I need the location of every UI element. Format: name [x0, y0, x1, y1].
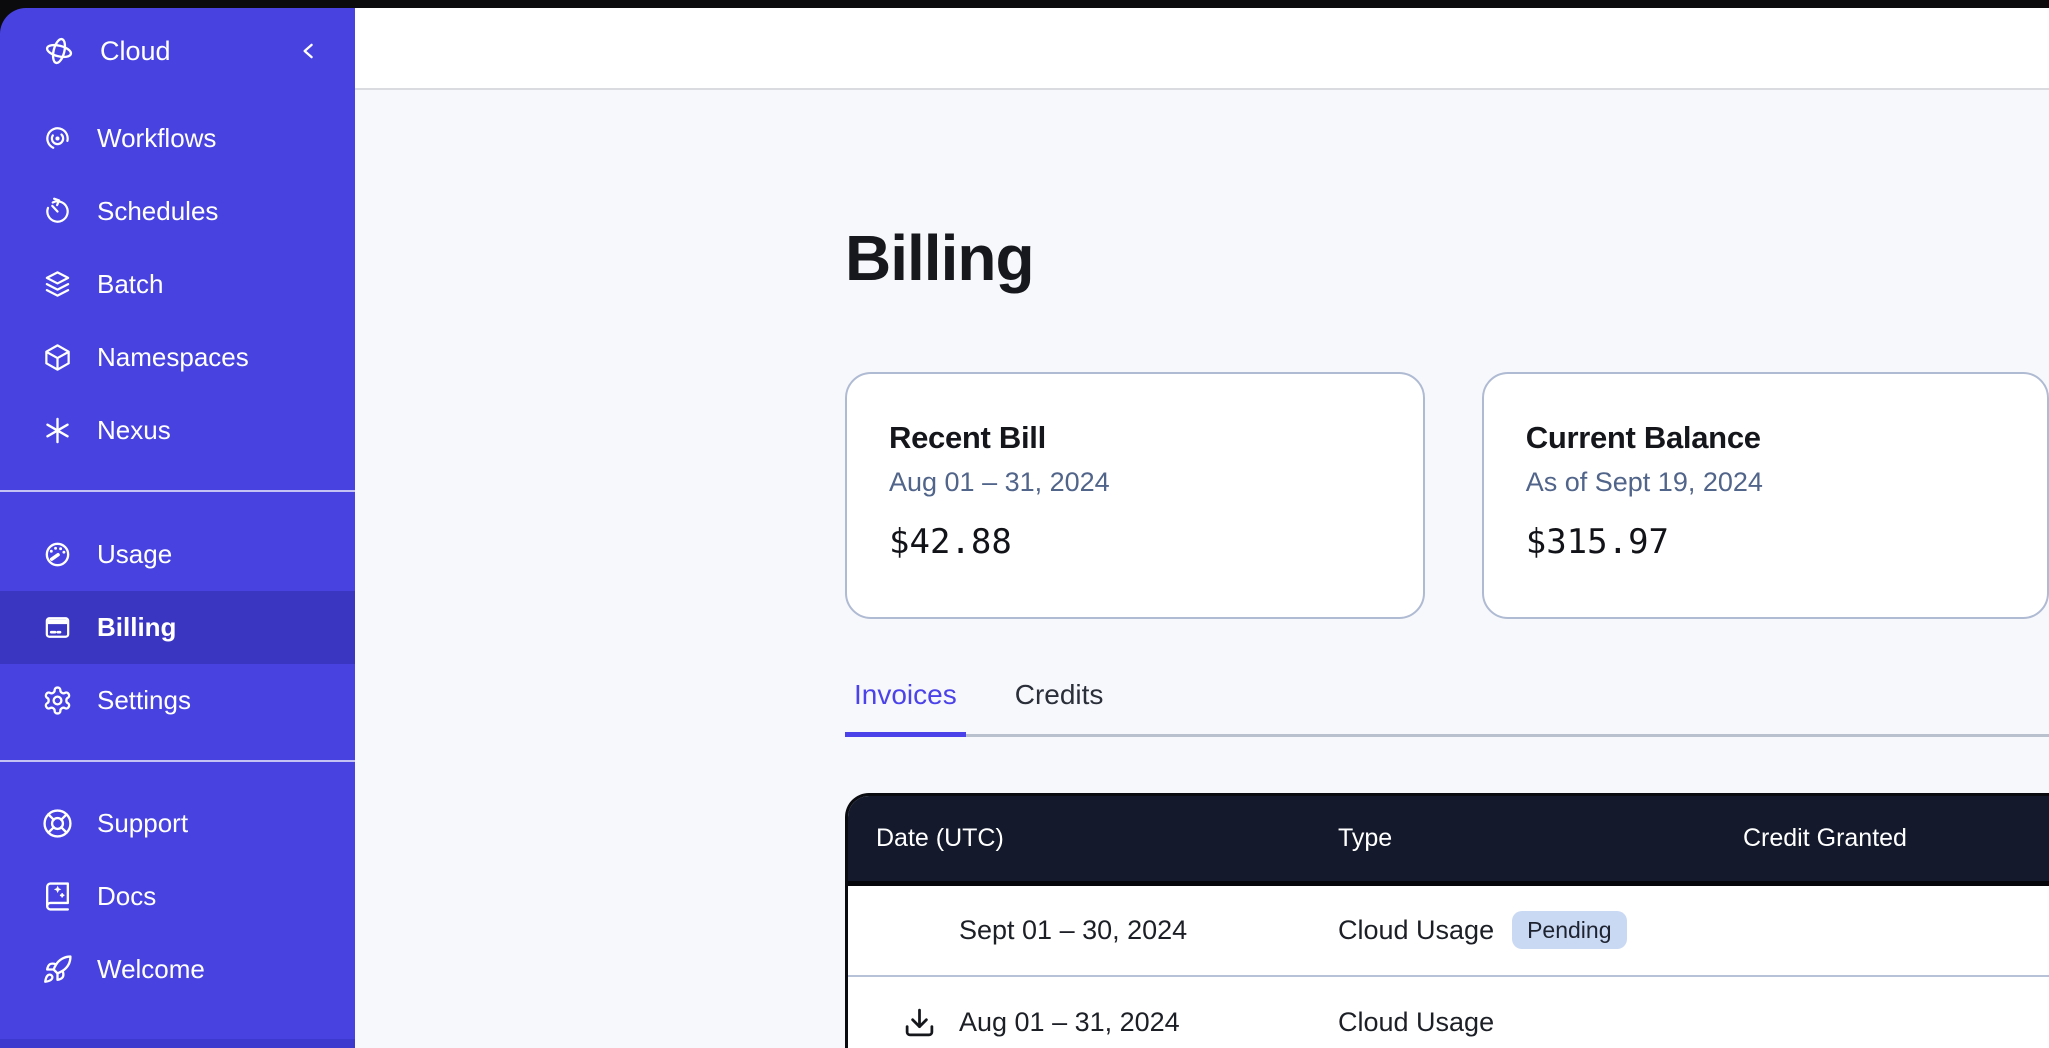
tab-credits[interactable]: Credits	[1006, 679, 1113, 737]
batch-icon	[42, 269, 73, 300]
sidebar-item-nexus[interactable]: Nexus	[0, 394, 355, 467]
card-amount: $42.88	[889, 522, 1381, 562]
page-title: Billing	[845, 222, 2049, 296]
icon-slot	[903, 1006, 959, 1039]
sidebar-item-settings[interactable]: Settings	[0, 664, 355, 737]
sidebar-item-label: Schedules	[97, 196, 218, 227]
sidebar-bottom-strip	[0, 1039, 355, 1048]
status-badge: Pending	[1512, 911, 1626, 950]
docs-icon	[42, 881, 73, 912]
date-cell: Sept 01 – 30, 2024	[848, 915, 1310, 946]
current-balance-card: Current Balance As of Sept 19, 2024 $315…	[1482, 372, 2049, 619]
sidebar-nav-account: Usage Billing	[0, 518, 355, 737]
sidebar: Cloud Workflows	[0, 8, 355, 1048]
support-icon	[42, 808, 73, 839]
sidebar-item-support[interactable]: Support	[0, 787, 355, 860]
card-subtitle: Aug 01 – 31, 2024	[889, 467, 1381, 498]
sidebar-item-schedules[interactable]: Schedules	[0, 175, 355, 248]
sidebar-item-label: Support	[97, 808, 188, 839]
column-header-date: Date (UTC)	[848, 824, 1310, 853]
rocket-icon	[42, 954, 73, 985]
sidebar-item-label: Usage	[97, 539, 172, 570]
sidebar-item-label: Welcome	[97, 954, 205, 985]
column-header-type: Type	[1310, 824, 1715, 853]
sidebar-header-label: Cloud	[100, 36, 171, 67]
namespaces-icon	[42, 342, 73, 373]
invoice-date: Aug 01 – 31, 2024	[959, 1007, 1180, 1038]
summary-cards: Recent Bill Aug 01 – 31, 2024 $42.88 Cur…	[845, 372, 2049, 619]
type-cell: Cloud Usage Pending	[1310, 911, 1715, 950]
billing-icon	[42, 612, 73, 643]
card-title: Recent Bill	[889, 420, 1381, 456]
tab-invoices[interactable]: Invoices	[845, 679, 966, 737]
sidebar-item-docs[interactable]: Docs	[0, 860, 355, 933]
sidebar-item-batch[interactable]: Batch	[0, 248, 355, 321]
sidebar-item-namespaces[interactable]: Namespaces	[0, 321, 355, 394]
schedules-icon	[42, 196, 73, 227]
sidebar-item-label: Docs	[97, 881, 156, 912]
sidebar-item-billing[interactable]: Billing	[0, 591, 355, 664]
table-row: Aug 01 – 31, 2024 Cloud Usage	[848, 977, 2049, 1048]
sidebar-item-usage[interactable]: Usage	[0, 518, 355, 591]
sidebar-divider	[0, 490, 355, 492]
table-header: Date (UTC) Type Credit Granted	[848, 796, 2049, 886]
top-bar	[355, 8, 2049, 90]
workflows-icon	[42, 123, 73, 154]
collapse-sidebar-icon[interactable]	[295, 37, 323, 65]
settings-icon	[42, 685, 73, 716]
invoice-date: Sept 01 – 30, 2024	[959, 915, 1187, 946]
sidebar-item-label: Billing	[97, 612, 176, 643]
temporal-logo-icon	[42, 34, 76, 68]
billing-page: Billing Recent Bill Aug 01 – 31, 2024 $4…	[355, 90, 2049, 1048]
download-invoice-icon[interactable]	[903, 1006, 936, 1039]
card-amount: $315.97	[1526, 522, 2005, 562]
sidebar-item-label: Workflows	[97, 123, 216, 154]
sidebar-item-workflows[interactable]: Workflows	[0, 102, 355, 175]
invoice-type: Cloud Usage	[1338, 915, 1494, 946]
type-cell: Cloud Usage	[1310, 1007, 1715, 1038]
invoice-type: Cloud Usage	[1338, 1007, 1494, 1038]
card-subtitle: As of Sept 19, 2024	[1526, 467, 2005, 498]
sidebar-header: Cloud	[0, 16, 355, 86]
card-title: Current Balance	[1526, 420, 2005, 456]
usage-icon	[42, 539, 73, 570]
invoices-table: Date (UTC) Type Credit Granted Sept 01 –…	[845, 793, 2049, 1048]
billing-tabs: Invoices Credits	[845, 679, 2049, 737]
sidebar-nav-support: Support Docs	[0, 787, 355, 1006]
screen: Cloud Workflows	[0, 0, 2049, 1048]
table-row: Sept 01 – 30, 2024 Cloud Usage Pending	[848, 886, 2049, 977]
sidebar-divider	[0, 760, 355, 762]
sidebar-item-label: Batch	[97, 269, 164, 300]
sidebar-item-label: Settings	[97, 685, 191, 716]
recent-bill-card: Recent Bill Aug 01 – 31, 2024 $42.88	[845, 372, 1425, 619]
sidebar-item-welcome[interactable]: Welcome	[0, 933, 355, 1006]
date-cell: Aug 01 – 31, 2024	[848, 1006, 1310, 1039]
column-header-credit-granted: Credit Granted	[1715, 824, 2049, 853]
sidebar-nav-primary: Workflows Schedules	[0, 102, 355, 467]
sidebar-item-label: Nexus	[97, 415, 171, 446]
main-area: Billing Recent Bill Aug 01 – 31, 2024 $4…	[355, 8, 2049, 1048]
app-window: Cloud Workflows	[0, 8, 2049, 1048]
sidebar-item-label: Namespaces	[97, 342, 249, 373]
nexus-icon	[42, 415, 73, 446]
